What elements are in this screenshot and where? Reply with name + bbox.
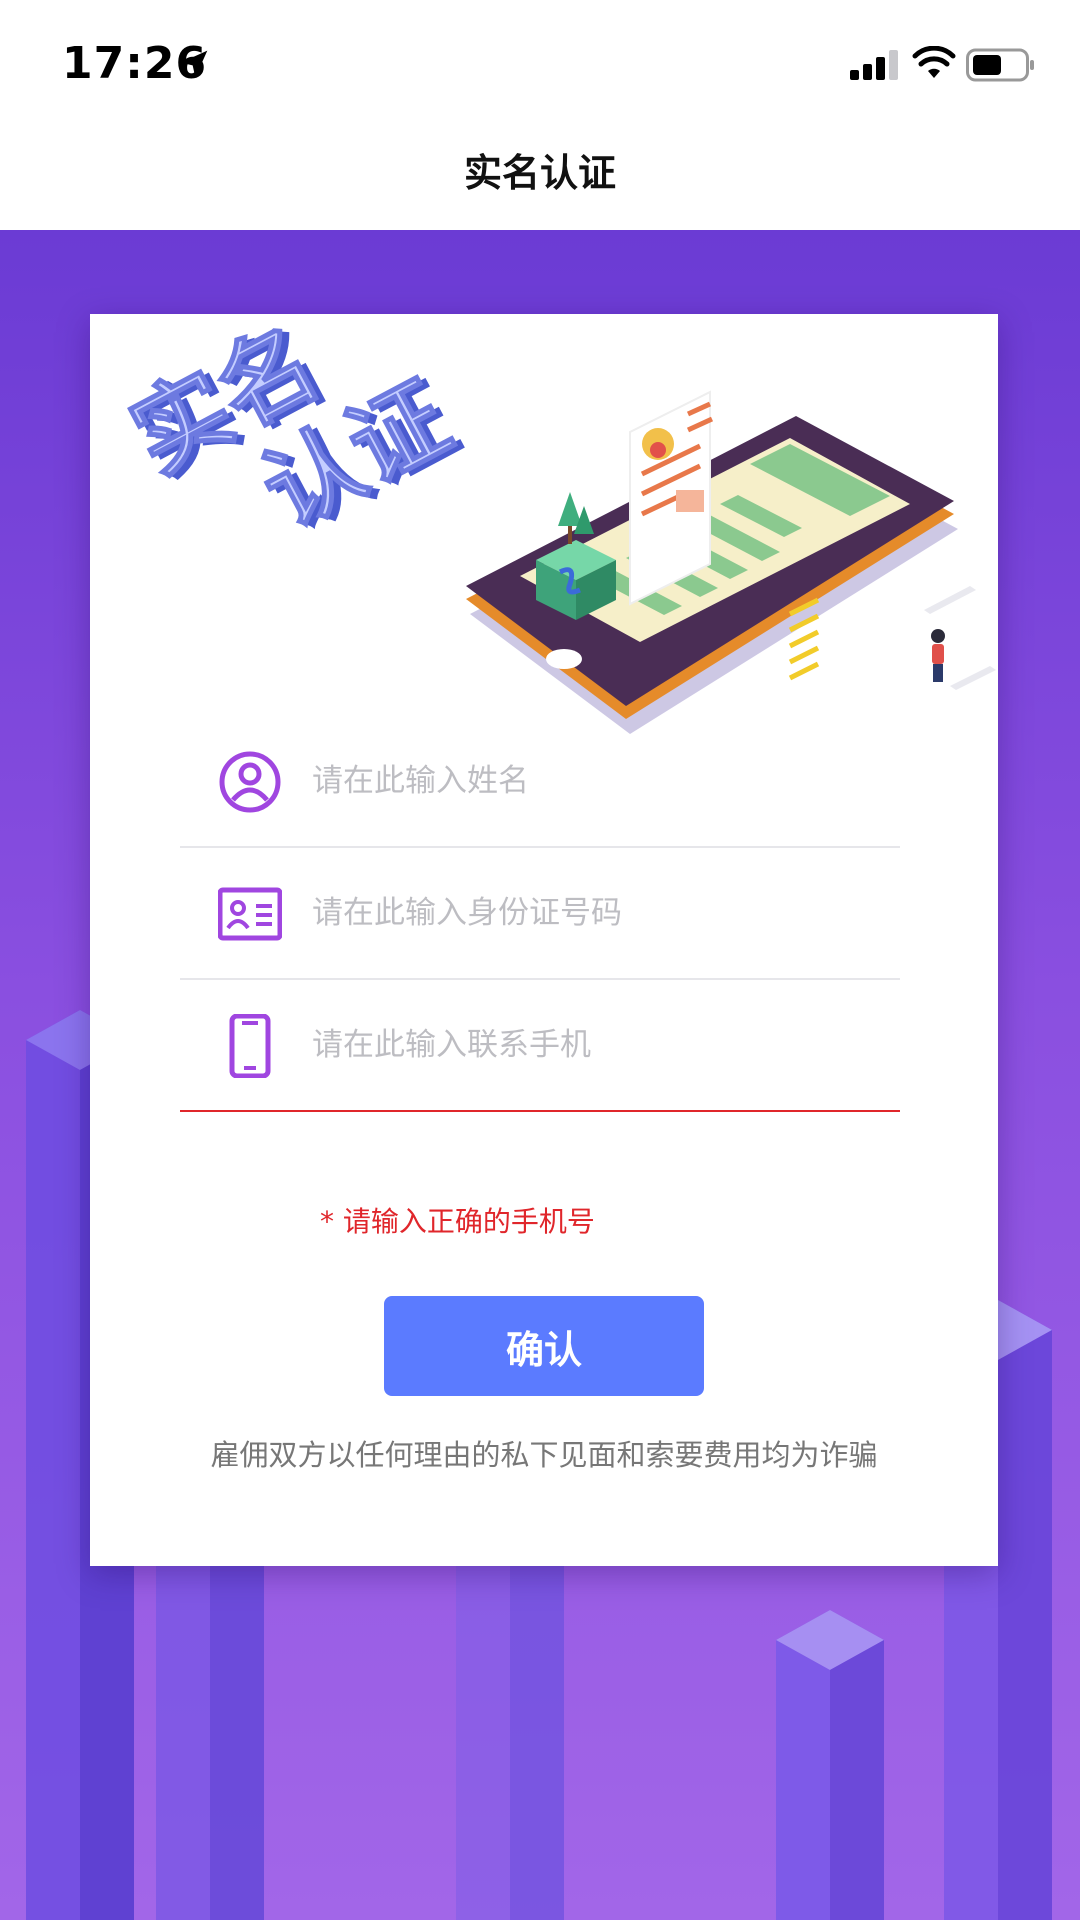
fraud-notice: 雇佣双方以任何理由的私下见面和索要费用均为诈骗 [210,1438,878,1472]
title-art: 实名 实名 认证 认证 [113,314,475,552]
phone-input[interactable] [310,1008,884,1082]
verification-card: 实名 实名 认证 认证 请在此输入姓名 请在此输入身份证号码 请在此输入联系手机… [90,314,998,1566]
name-input[interactable] [310,744,884,818]
user-circle-icon [219,751,281,813]
page-title: 实名认证 [463,151,616,195]
battery-icon [966,48,1034,82]
id-field-row [180,846,900,980]
nav-bar: 实名认证 [0,120,1080,230]
mobile-phone-icon [229,1014,271,1078]
confirm-button[interactable]: 确认 [384,1296,704,1396]
phone-error-message: * 请输入正确的手机号 [320,1205,595,1238]
cellular-signal-icon [850,50,898,80]
id-card-icon [218,887,282,941]
status-bar: 17:26 [0,0,1080,120]
id-number-input[interactable] [310,876,884,950]
location-arrow-icon [180,50,208,78]
phone-field-row [180,978,900,1112]
wifi-icon [912,46,956,78]
name-field-row [180,714,900,848]
